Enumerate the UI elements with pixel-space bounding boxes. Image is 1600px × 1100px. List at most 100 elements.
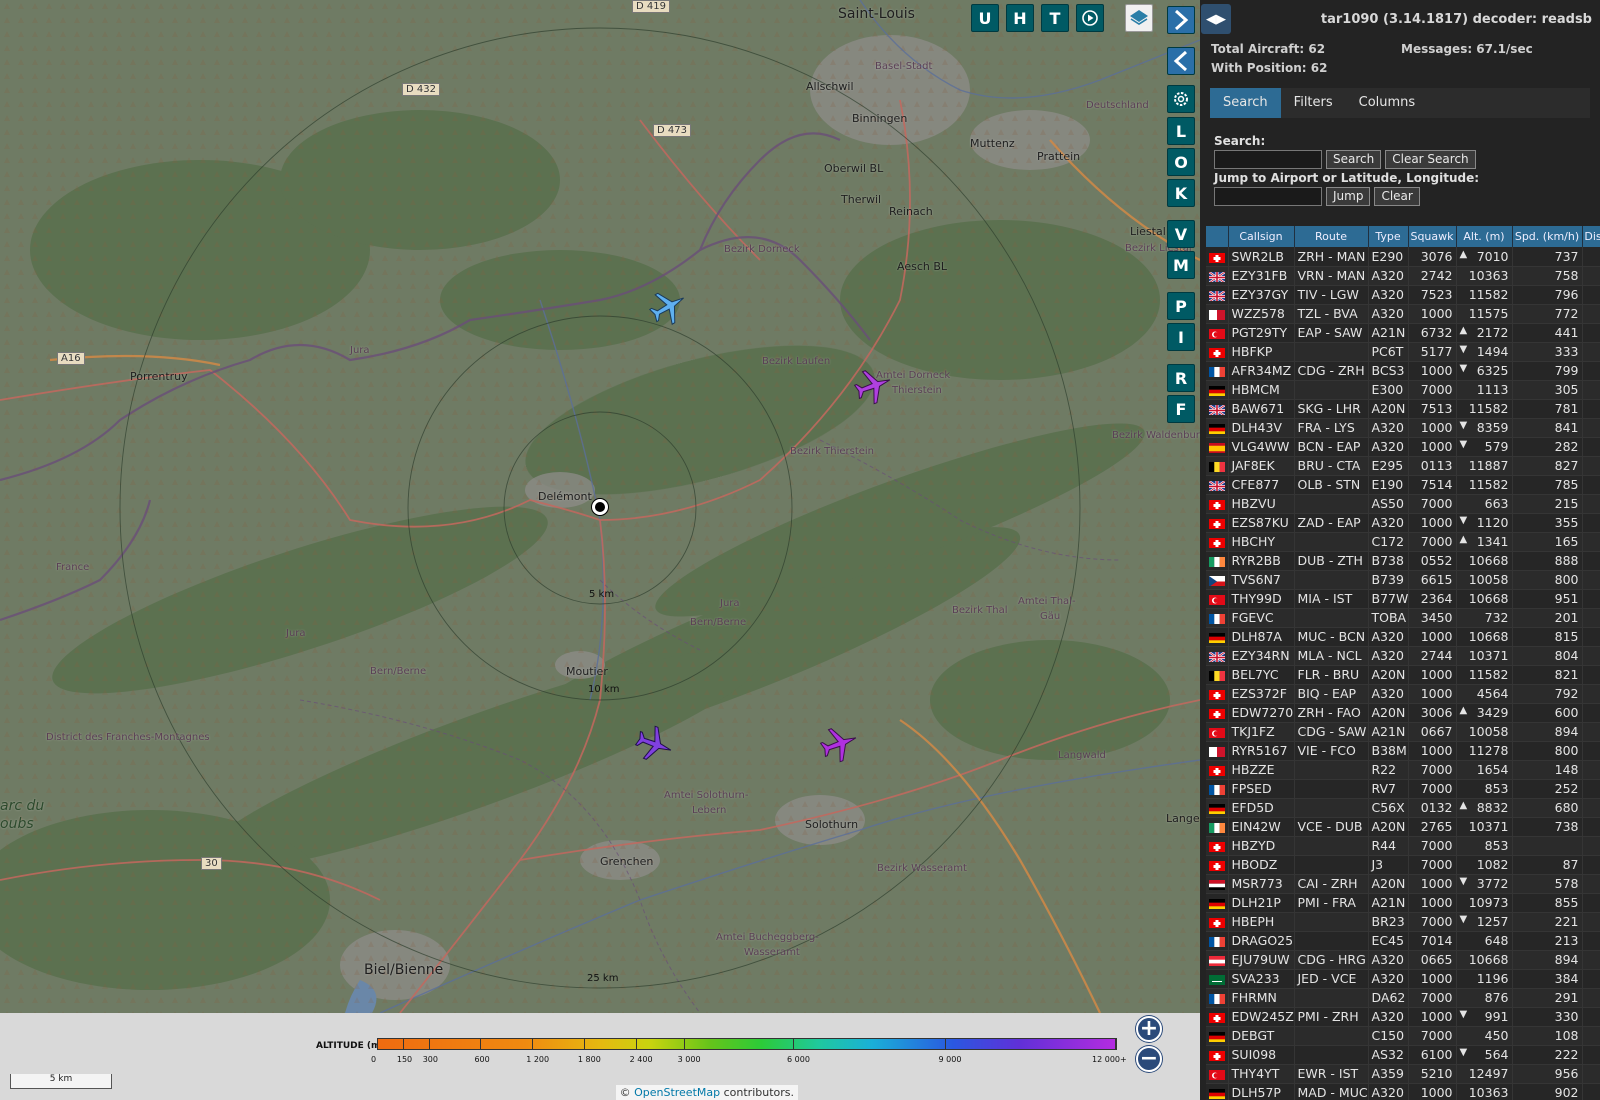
- jump-input[interactable]: [1214, 187, 1322, 206]
- map-toggle-l-button[interactable]: L: [1167, 117, 1195, 145]
- column-header[interactable]: Spd. (km/h): [1512, 226, 1583, 247]
- sidebar-width-toggle[interactable]: ◀▶: [1201, 4, 1231, 34]
- map-place-label: Bezirk Thierstein: [790, 446, 875, 457]
- callsign-cell: EZY34RN: [1228, 646, 1295, 666]
- table-row[interactable]: DEBGT C150 7000 450 108: [1206, 1026, 1600, 1046]
- clear-search-button[interactable]: Clear Search: [1385, 150, 1476, 169]
- layers-button[interactable]: [1125, 4, 1153, 32]
- vertical-trend-icon: ▼: [1459, 420, 1468, 431]
- table-row[interactable]: WZZ578 TZL - BVA A320 1000 11575 772: [1206, 304, 1600, 324]
- map-toggle-r-button[interactable]: R: [1167, 364, 1195, 392]
- map-toggle-m-button[interactable]: M: [1167, 251, 1195, 279]
- table-row[interactable]: EDW7270 ZRH - FAO A20N 3006 ▲ 3429 600: [1206, 703, 1600, 723]
- distance-cell: [1582, 1026, 1600, 1046]
- aircraft-marker-magenta[interactable]: [819, 724, 859, 764]
- table-row[interactable]: HBFKP PC6T 5177 ▼ 1494 333: [1206, 342, 1600, 362]
- zoom-out-button[interactable]: −: [1136, 1046, 1162, 1072]
- speed-cell: 827: [1512, 456, 1583, 476]
- map-toggle-k-button[interactable]: K: [1167, 179, 1195, 207]
- table-row[interactable]: TKJ1FZ CDG - SAW A21N 0667 10058 894: [1206, 722, 1600, 742]
- readsb-link[interactable]: readsb: [1542, 12, 1592, 27]
- country-flag-icon: [1208, 955, 1225, 966]
- table-row[interactable]: EFD5D C56X 0132 ▲ 8832 680: [1206, 798, 1600, 818]
- table-row[interactable]: EZS372F BIQ - EAP A320 1000 4564 792: [1206, 684, 1600, 704]
- column-header[interactable]: Squawk: [1408, 226, 1457, 247]
- table-row[interactable]: SWR2LB ZRH - MAN E290 3076 ▲ 7010 737: [1206, 247, 1600, 267]
- table-row[interactable]: EZY31FB VRN - MAN A320 2742 10363 758: [1206, 266, 1600, 286]
- table-row[interactable]: PGT29TY EAP - SAW A21N 6732 ▲ 2172 441: [1206, 323, 1600, 343]
- squawk-cell: 1000: [1408, 437, 1457, 457]
- map-toggle-v-button[interactable]: V: [1167, 220, 1195, 248]
- map-view[interactable]: Saint-Louis Basel-Stadt Allschwil Binningen…: [0, 0, 1200, 1100]
- table-row[interactable]: EZY34RN MLA - NCL A320 2744 10371 804: [1206, 646, 1600, 666]
- column-header[interactable]: Dis: [1582, 226, 1600, 247]
- table-row[interactable]: AFR34MZ CDG - ZRH BCS3 1000 ▼ 6325 799: [1206, 361, 1600, 381]
- table-row[interactable]: VLG4WW BCN - EAP A320 1000 ▼ 579 282: [1206, 437, 1600, 457]
- table-row[interactable]: BEL7YC FLR - BRU A20N 1000 11582 821: [1206, 665, 1600, 685]
- table-row[interactable]: HBEPH BR23 7000 ▼ 1257 221: [1206, 912, 1600, 932]
- search-input[interactable]: [1214, 150, 1322, 169]
- t-button[interactable]: T: [1041, 4, 1069, 32]
- jump-button[interactable]: Jump: [1326, 187, 1371, 206]
- table-row[interactable]: EZS87KU ZAD - EAP A320 1000 ▼ 1120 355: [1206, 513, 1600, 533]
- table-row[interactable]: DLH87A MUC - BCN A320 1000 10668 815: [1206, 627, 1600, 647]
- table-row[interactable]: DRAGO25 EC45 7014 648 213: [1206, 931, 1600, 951]
- table-row[interactable]: HBMCM E300 7000 1113 305: [1206, 380, 1600, 400]
- collapse-sidebar-button[interactable]: [1167, 47, 1195, 75]
- tab-columns[interactable]: Columns: [1346, 88, 1429, 118]
- column-header[interactable]: Callsign: [1228, 226, 1295, 247]
- table-row[interactable]: DLH21P PMI - FRA A21N 1000 10973 855: [1206, 893, 1600, 913]
- table-row[interactable]: THY99D MIA - IST B77W 2364 10668 951: [1206, 589, 1600, 609]
- aircraft-marker-cyan[interactable]: [648, 287, 688, 327]
- map-toggle-i-button[interactable]: I: [1167, 323, 1195, 351]
- table-row[interactable]: RYR5167 VIE - FCO B38M 1000 11278 800: [1206, 741, 1600, 761]
- table-row[interactable]: EIN42W VCE - DUB A20N 2765 10371 738: [1206, 817, 1600, 837]
- table-row[interactable]: EDW245Z PMI - ZRH A320 1000 ▼ 991 330: [1206, 1007, 1600, 1027]
- map-toggle-p-button[interactable]: P: [1167, 292, 1195, 320]
- table-row[interactable]: JAF8EK BRU - CTA E295 0113 11887 827: [1206, 456, 1600, 476]
- clear-jump-button[interactable]: Clear: [1374, 187, 1420, 206]
- aircraft-marker-purple[interactable]: [853, 366, 893, 406]
- table-row[interactable]: EJU79UW CDG - HRG A320 0665 10668 894: [1206, 950, 1600, 970]
- replay-button[interactable]: [1076, 4, 1104, 32]
- table-row[interactable]: HBZZE R22 7000 1654 148: [1206, 760, 1600, 780]
- table-row[interactable]: HBZVU AS50 7000 663 215: [1206, 494, 1600, 514]
- country-flag-icon: [1208, 613, 1225, 624]
- table-row[interactable]: HBODZ J3 7000 1082 87: [1206, 855, 1600, 875]
- aircraft-marker-violet[interactable]: [634, 724, 674, 764]
- map-toggle-o-button[interactable]: O: [1167, 148, 1195, 176]
- column-header[interactable]: Alt. (m): [1456, 226, 1513, 247]
- table-row[interactable]: FPSED RV7 7000 853 252: [1206, 779, 1600, 799]
- altitude-cell: ▼ 8359: [1456, 418, 1513, 438]
- table-row[interactable]: BAW671 SKG - LHR A20N 7513 11582 781: [1206, 399, 1600, 419]
- table-row[interactable]: SVA233 JED - VCE A320 1000 1196 384: [1206, 969, 1600, 989]
- squawk-cell: 2742: [1408, 266, 1457, 286]
- table-row[interactable]: DLH43V FRA - LYS A320 1000 ▼ 8359 841: [1206, 418, 1600, 438]
- search-button[interactable]: Search: [1326, 150, 1382, 169]
- zoom-in-button[interactable]: +: [1136, 1016, 1162, 1042]
- table-row[interactable]: FHRMN DA62 7000 876 291: [1206, 988, 1600, 1008]
- table-row[interactable]: CFE877 OLB - STN E190 7514 11582 785: [1206, 475, 1600, 495]
- table-row[interactable]: FGEVC TOBA 3450 732 201: [1206, 608, 1600, 628]
- tar1090-link[interactable]: tar1090: [1321, 12, 1379, 27]
- table-row[interactable]: SUI098 AS32 6100 ▼ 564 222: [1206, 1045, 1600, 1065]
- table-row[interactable]: MSR773 CAI - ZRH A20N 1000 ▼ 3772 578: [1206, 874, 1600, 894]
- table-row[interactable]: HBCHY C172 7000 ▲ 1341 165: [1206, 532, 1600, 552]
- table-row[interactable]: DLH57P MAD - MUC A320 1000 10363 902: [1206, 1083, 1600, 1100]
- map-toggle-f-button[interactable]: F: [1167, 395, 1195, 423]
- tab-search[interactable]: Search: [1210, 88, 1281, 118]
- table-row[interactable]: RYR2BB DUB - ZTH B738 0552 10668 888: [1206, 551, 1600, 571]
- openstreetmap-link[interactable]: OpenStreetMap: [634, 1086, 720, 1099]
- column-header[interactable]: Type: [1368, 226, 1409, 247]
- h-button[interactable]: H: [1006, 4, 1034, 32]
- table-row[interactable]: TVS6N7 B739 6615 10058 800: [1206, 570, 1600, 590]
- units-button[interactable]: U: [971, 4, 999, 32]
- tab-filters[interactable]: Filters: [1281, 88, 1346, 118]
- column-header[interactable]: [1206, 226, 1229, 247]
- expand-sidebar-button[interactable]: [1167, 6, 1195, 34]
- column-header[interactable]: Route: [1294, 226, 1369, 247]
- table-row[interactable]: THY4YT EWR - IST A359 5210 12497 956: [1206, 1064, 1600, 1084]
- table-row[interactable]: EZY37GY TIV - LGW A320 7523 11582 796: [1206, 285, 1600, 305]
- settings-button[interactable]: [1167, 85, 1195, 113]
- table-row[interactable]: HBZYD R44 7000 853: [1206, 836, 1600, 856]
